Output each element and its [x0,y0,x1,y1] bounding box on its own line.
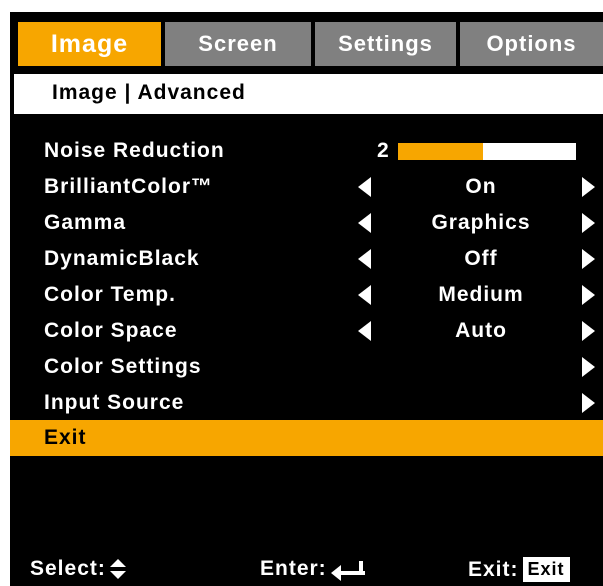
up-down-icon [109,559,126,579]
breadcrumb: Image | Advanced [14,74,603,114]
noise-reduction-label: Noise Reduction [44,139,225,162]
left-arrow-icon[interactable] [358,177,371,197]
right-arrow-icon[interactable] [582,357,595,377]
right-arrow-icon[interactable] [582,285,595,305]
color-settings-label: Color Settings [44,355,202,378]
tab-bar: Image Screen Settings Options [10,12,603,68]
noise-reduction-value: 2 [377,139,390,162]
menu-item-dynamic-black[interactable]: DynamicBlack Off [10,241,603,277]
menu-item-color-temp[interactable]: Color Temp. Medium [10,277,603,313]
right-arrow-icon[interactable] [582,177,595,197]
tab-options[interactable]: Options [460,22,603,66]
select-hint-label: Select: [30,557,106,580]
brilliant-color-label: BrilliantColor™ [44,175,214,198]
gamma-label: Gamma [44,211,127,234]
dynamic-black-value: Off [464,247,498,270]
footer-hints: Select: Enter: Exit: Exit [10,550,603,586]
slider-fill [398,143,484,160]
exit-key: Exit [522,557,570,582]
right-arrow-icon[interactable] [582,393,595,413]
brilliant-color-value: On [465,175,497,198]
select-hint: Select: [30,557,126,581]
enter-hint-label: Enter: [260,557,327,580]
right-arrow-icon[interactable] [582,321,595,341]
tab-settings[interactable]: Settings [315,22,456,66]
left-arrow-icon[interactable] [358,285,371,305]
enter-hint: Enter: [260,557,365,581]
color-space-label: Color Space [44,319,178,342]
menu-item-noise-reduction[interactable]: Noise Reduction 2 [10,133,603,169]
tab-screen[interactable]: Screen [165,22,311,66]
left-arrow-icon[interactable] [358,321,371,341]
tab-image[interactable]: Image [18,22,161,66]
right-arrow-icon[interactable] [582,213,595,233]
enter-icon [330,559,365,581]
menu-item-color-space[interactable]: Color Space Auto [10,313,603,349]
menu-item-brilliant-color[interactable]: BrilliantColor™ On [10,169,603,205]
menu-item-gamma[interactable]: Gamma Graphics [10,205,603,241]
right-arrow-icon[interactable] [582,249,595,269]
breadcrumb-text: Image | Advanced [52,81,246,104]
input-source-label: Input Source [44,391,185,414]
osd-menu: Image Screen Settings Options Image | Ad… [10,12,603,586]
exit-hint-label: Exit: [468,557,519,581]
exit-label: Exit [44,426,87,449]
menu-item-color-settings[interactable]: Color Settings [10,349,603,385]
color-temp-value: Medium [438,283,524,306]
menu-item-exit[interactable]: Exit [10,420,603,456]
color-space-value: Auto [455,319,507,342]
color-temp-label: Color Temp. [44,283,176,306]
left-arrow-icon[interactable] [358,213,371,233]
left-arrow-icon[interactable] [358,249,371,269]
gamma-value: Graphics [431,211,531,234]
menu-item-input-source[interactable]: Input Source [10,385,603,421]
dynamic-black-label: DynamicBlack [44,247,200,270]
noise-reduction-slider[interactable] [398,143,576,160]
exit-hint: Exit: Exit [468,557,570,582]
